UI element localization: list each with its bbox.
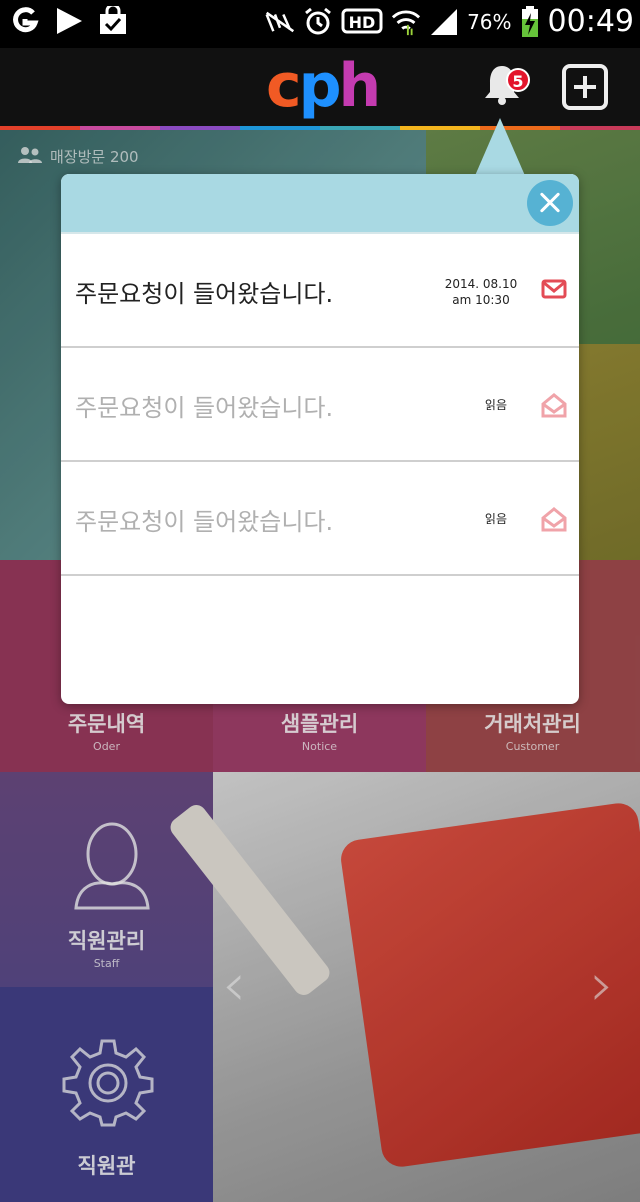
status-bar: HD 76% 00:49 <box>0 0 640 48</box>
svg-text:HD: HD <box>349 13 376 32</box>
notification-popup: 주문요청이 들어왔습니다. 2014. 08.10 am 10:30 주문요청이… <box>61 174 579 704</box>
notification-read-label: 읽음 <box>484 398 507 412</box>
signal-icon <box>429 7 459 37</box>
battery-charging-icon <box>520 5 540 37</box>
notification-time: am 10:30 <box>452 293 510 307</box>
notification-read-label: 읽음 <box>484 512 507 526</box>
battery-percentage: 76% <box>467 9 512 34</box>
alarm-icon <box>303 7 333 37</box>
mail-open-icon <box>541 392 567 418</box>
notification-item[interactable]: 주문요청이 들어왔습니다. 읽음 <box>61 462 579 576</box>
mail-open-icon <box>541 506 567 532</box>
close-icon[interactable] <box>527 180 573 226</box>
status-bar-left <box>10 6 128 36</box>
play-store-icon <box>54 6 84 36</box>
notification-item[interactable]: 주문요청이 들어왔습니다. 읽음 <box>61 348 579 462</box>
notification-count-badge: 5 <box>506 68 530 92</box>
notification-text: 주문요청이 들어왔습니다. <box>75 394 334 422</box>
app-logo[interactable]: cph <box>266 52 381 120</box>
notification-date: 2014. 08.10 <box>444 277 518 291</box>
g-app-icon <box>10 6 40 36</box>
mail-unread-icon <box>541 278 567 300</box>
notification-timestamp: 2014. 08.10 am 10:30 <box>441 276 521 308</box>
wifi-icon <box>391 7 421 37</box>
notification-item[interactable]: 주문요청이 들어왔습니다. 2014. 08.10 am 10:30 <box>61 234 579 348</box>
notification-text: 주문요청이 들어왔습니다. <box>75 280 334 308</box>
notification-text: 주문요청이 들어왔습니다. <box>75 508 334 536</box>
app-bar: cph <box>0 48 640 126</box>
hd-icon: HD <box>341 7 383 37</box>
add-button[interactable] <box>562 64 608 110</box>
popup-header <box>61 174 579 234</box>
shopping-bag-icon <box>98 6 128 36</box>
status-bar-right: HD 76% 00:49 <box>265 4 634 39</box>
clock: 00:49 <box>547 4 634 39</box>
mute-icon <box>265 7 295 37</box>
popup-pointer <box>474 118 526 178</box>
